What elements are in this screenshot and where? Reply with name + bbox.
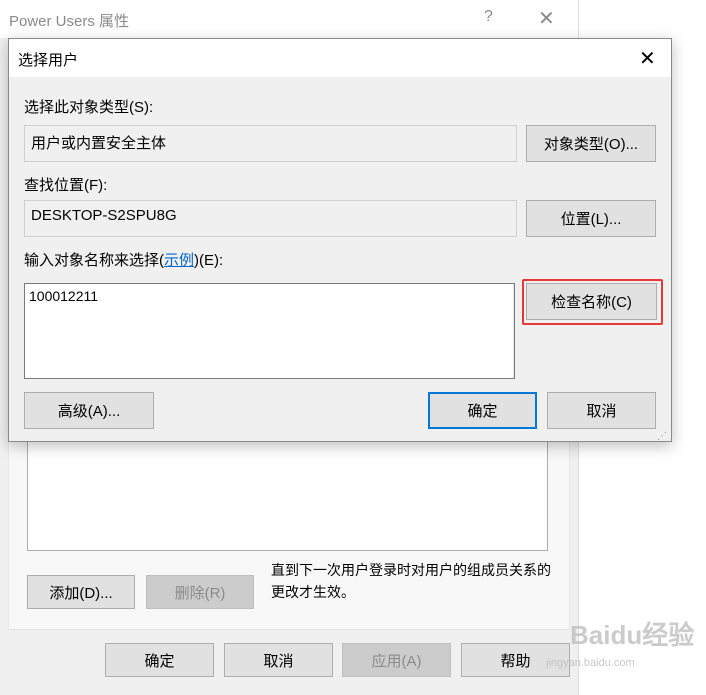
remove-button[interactable]: 删除(R) [146, 575, 254, 609]
object-names-input[interactable]: 100012211 [24, 283, 515, 379]
location-field: DESKTOP-S2SPU8G [24, 200, 517, 237]
dialog-title-bar: 选择用户 ✕ [9, 39, 671, 77]
check-names-highlight [522, 279, 663, 325]
add-button[interactable]: 添加(D)... [27, 575, 135, 609]
bg-cancel-button-label: 取消 [263, 652, 294, 670]
close-icon[interactable]: ✕ [639, 46, 656, 71]
members-list[interactable] [27, 440, 548, 551]
bg-help-button-label: 帮助 [500, 652, 531, 670]
bg-cancel-button[interactable]: 取消 [224, 643, 333, 677]
object-types-button[interactable]: 对象类型(O)... [526, 125, 656, 162]
advanced-button[interactable]: 高级(A)... [24, 392, 154, 429]
remove-button-label: 删除(R) [174, 584, 226, 602]
watermark-text: Baidu经验 [570, 620, 695, 650]
select-users-dialog: 选择用户 ✕ 选择此对象类型(S): 用户或内置安全主体 对象类型(O)... … [8, 38, 672, 442]
locations-button[interactable]: 位置(L)... [526, 200, 656, 237]
object-names-value: 100012211 [29, 288, 99, 304]
object-names-label: 输入对象名称来选择(示例)(E): [24, 249, 223, 270]
input-scroll-edge [513, 284, 514, 378]
locations-button-label: 位置(L)... [560, 211, 622, 228]
bg-apply-button[interactable]: 应用(A) [342, 643, 451, 677]
object-types-button-label: 对象类型(O)... [543, 136, 639, 153]
ok-button-label: 确定 [467, 403, 498, 420]
bg-window-title: Power Users 属性 [9, 13, 130, 30]
cancel-button-label: 取消 [586, 403, 617, 420]
cancel-button[interactable]: 取消 [547, 392, 656, 429]
watermark: Baidu经验 jingyan.baidu.com [540, 615, 700, 690]
bg-ok-button[interactable]: 确定 [105, 643, 214, 677]
dialog-title: 选择用户 [18, 52, 79, 69]
help-icon[interactable]: ? [484, 8, 493, 26]
resize-grip-icon[interactable]: ⋰ [657, 431, 667, 442]
object-type-field: 用户或内置安全主体 [24, 125, 517, 162]
add-button-label: 添加(D)... [49, 584, 113, 602]
object-type-label: 选择此对象类型(S): [24, 99, 154, 116]
bg-title-bar: Power Users 属性 ? ✕ [0, 0, 578, 38]
watermark-subtext: jingyan.baidu.com [546, 657, 635, 669]
bg-apply-button-label: 应用(A) [371, 652, 422, 670]
membership-note: 直到下一次用户登录时对用户的组成员关系的更改才生效。 [271, 562, 551, 600]
object-names-label-prefix: 输入对象名称来选择( [24, 252, 164, 269]
bg-ok-button-label: 确定 [144, 652, 175, 670]
examples-link[interactable]: 示例 [164, 252, 194, 269]
ok-button[interactable]: 确定 [428, 392, 537, 429]
location-label: 查找位置(F): [24, 177, 108, 194]
close-icon[interactable]: ✕ [538, 6, 555, 31]
advanced-button-label: 高级(A)... [57, 403, 121, 420]
object-names-label-suffix: )(E): [194, 252, 224, 269]
